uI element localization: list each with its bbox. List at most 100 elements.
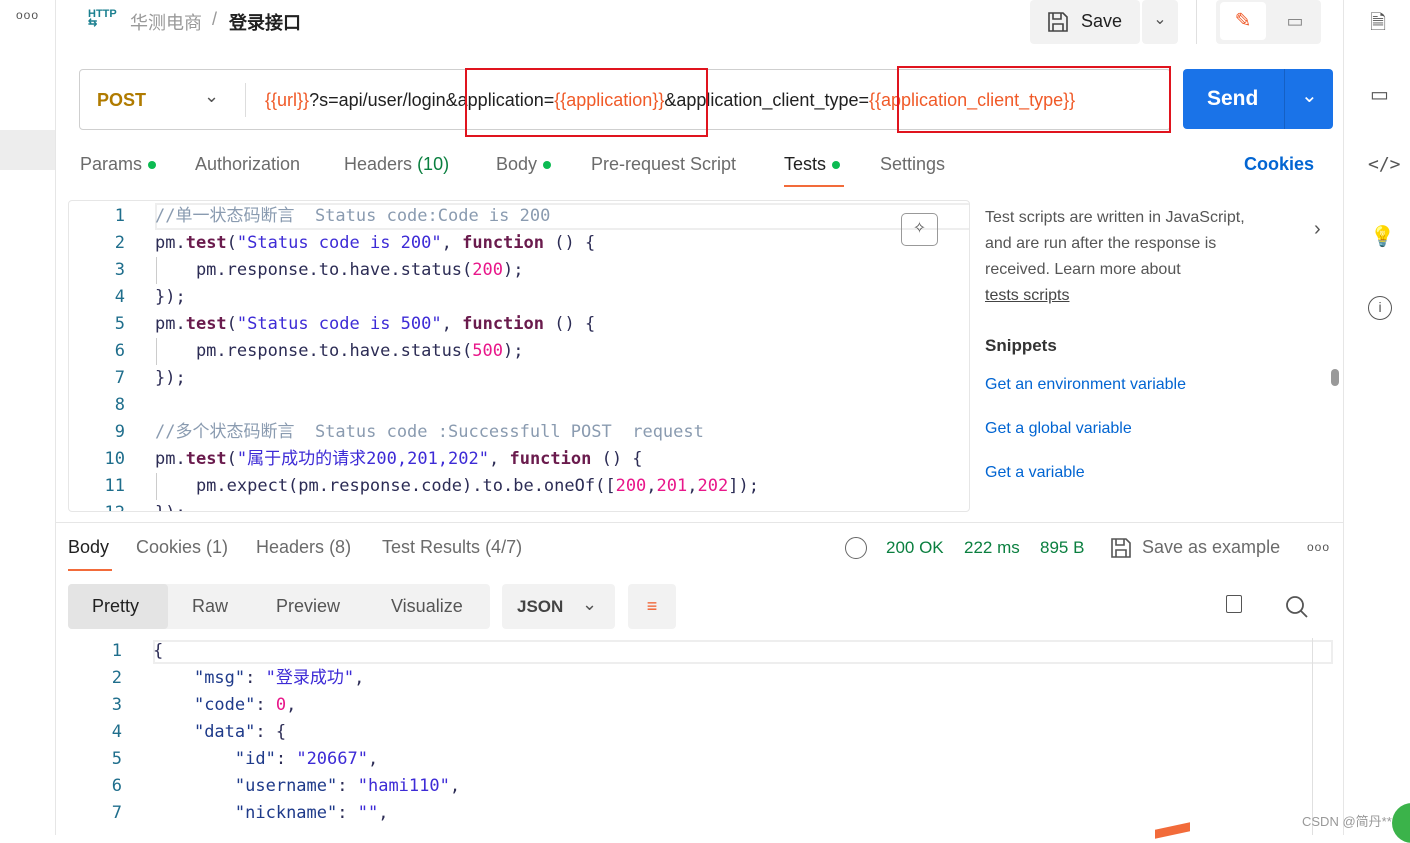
more-icon[interactable]: ooo — [16, 8, 39, 22]
tab-settings[interactable]: Settings — [880, 154, 945, 175]
scrollbar[interactable] — [1331, 369, 1339, 386]
code-token-plain: , — [441, 314, 463, 334]
status-dot — [543, 161, 552, 170]
code-token-plain: : { — [255, 722, 287, 742]
code-token-kw: function — [462, 233, 544, 253]
code-line: pm.test("Status code is 200", function (… — [155, 230, 595, 257]
chevron-down-icon[interactable]: ⌄ — [204, 86, 219, 107]
code-token-key: "data" — [193, 722, 256, 742]
code-token-plain: () { — [544, 314, 596, 334]
format-label: JSON — [517, 597, 564, 616]
info-icon[interactable]: i — [1368, 296, 1392, 320]
sidebar-selected-item[interactable] — [0, 130, 55, 170]
copy-icon[interactable] — [1226, 595, 1242, 613]
code-line: "username": "hami110", — [153, 773, 460, 800]
edit-icon[interactable]: ✎ — [1220, 2, 1266, 40]
watermark: CSDN @简丹** — [1302, 814, 1392, 829]
view-pretty[interactable]: Pretty — [92, 596, 139, 617]
send-button[interactable]: Send ⌄ — [1183, 69, 1333, 129]
tab-count: (8) — [329, 537, 352, 557]
line-number: 4 — [114, 287, 125, 307]
code-token-plain: , — [367, 749, 379, 769]
view-raw[interactable]: Raw — [192, 596, 228, 617]
left-sidebar: ooo — [0, 0, 56, 835]
format-select[interactable]: JSON ⌄ — [502, 584, 615, 629]
send-label: Send — [1207, 87, 1259, 110]
code-token-comment: //多个状态码断言 Status code :Successfull POST … — [155, 422, 704, 442]
view-preview[interactable]: Preview — [276, 596, 340, 617]
code-token-plain: ( — [226, 314, 237, 334]
save-as-example-button[interactable]: Save as example — [1142, 537, 1280, 558]
send-dropdown-icon[interactable]: ⌄ — [1301, 83, 1318, 108]
save-button[interactable]: Save — [1030, 0, 1140, 44]
method-select[interactable]: POST — [97, 90, 146, 111]
code-token-num: 200 — [615, 476, 647, 496]
tab-label: Tests — [784, 154, 827, 174]
code-token-plain: , — [449, 776, 461, 796]
page-title[interactable]: 登录接口 — [229, 9, 301, 35]
code-token-key: "username" — [234, 776, 338, 796]
tab-authorization[interactable]: Authorization — [195, 154, 300, 175]
tests-scripts-link[interactable]: tests scripts — [985, 287, 1069, 305]
save-label: Save — [1081, 11, 1123, 31]
comment-icon[interactable]: ▭ — [1274, 2, 1316, 40]
tab-label: Headers — [344, 154, 413, 174]
code-token-plain: }); — [155, 368, 186, 388]
response-body-editor[interactable]: 1 {2 "msg": "登录成功", 3 "code": 0, 4 "data": … — [60, 638, 1335, 835]
status-dot — [832, 161, 841, 170]
line-number: 1 — [111, 641, 122, 661]
code-token-method: test — [185, 233, 227, 253]
code-token-plain: pm.response.to.have.status( — [155, 260, 473, 280]
mode-toggle: ✎ ▭ — [1216, 0, 1321, 44]
divider — [1312, 638, 1313, 835]
view-visualize[interactable]: Visualize — [391, 596, 463, 617]
breadcrumb-parent[interactable]: 华测电商 — [130, 9, 202, 35]
documentation-icon[interactable]: 🗎 — [1370, 8, 1386, 42]
globe-icon[interactable] — [845, 537, 867, 559]
comments-icon[interactable]: ▭ — [1370, 82, 1389, 107]
save-dropdown-button[interactable]: ⌄ — [1142, 0, 1178, 44]
code-token-num: 500 — [472, 341, 503, 361]
lightbulb-icon[interactable]: 💡 — [1370, 224, 1395, 249]
code-token-key: "msg" — [193, 668, 246, 688]
snippet-link[interactable]: Get a variable — [985, 464, 1085, 482]
response-tab-test-results[interactable]: Test Results (4/7) — [382, 537, 522, 558]
response-tab-headers[interactable]: Headers (8) — [256, 537, 351, 558]
tab-headers[interactable]: Headers (10) — [344, 154, 449, 175]
snippet-link[interactable]: Get an environment variable — [985, 376, 1186, 394]
snippet-link[interactable]: Get a global variable — [985, 420, 1132, 438]
code-token-plain: () { — [591, 449, 643, 469]
indent-guide — [156, 257, 157, 284]
wrap-lines-icon[interactable]: ≡ — [628, 584, 676, 629]
search-icon[interactable] — [1285, 595, 1309, 619]
line-number: 9 — [114, 422, 125, 442]
code-token-str: "Status code is 500" — [236, 314, 442, 334]
more-icon[interactable]: ooo — [1307, 540, 1330, 554]
response-tab-cookies[interactable]: Cookies (1) — [136, 537, 228, 558]
cookies-link[interactable]: Cookies — [1244, 154, 1314, 175]
tab-pre-request-script[interactable]: Pre-request Script — [591, 154, 736, 175]
code-token-plain: pm.expect(pm.response.code).to.be.oneOf(… — [155, 476, 616, 496]
active-tab-underline — [784, 185, 844, 187]
code-token-plain: pm. — [155, 449, 186, 469]
beautify-icon[interactable]: ✧ — [901, 213, 938, 246]
code-token-method: test — [185, 314, 227, 334]
line-number: 6 — [111, 776, 122, 796]
tab-params[interactable]: Params — [80, 154, 157, 175]
chevron-right-icon[interactable]: › — [1314, 218, 1321, 241]
response-tab-body[interactable]: Body — [68, 537, 109, 558]
help-text: Test scripts are written in JavaScript, — [985, 209, 1245, 226]
tab-tests[interactable]: Tests — [784, 154, 841, 175]
tab-body[interactable]: Body — [496, 154, 552, 175]
save-icon — [1048, 12, 1068, 32]
floating-badge[interactable] — [1392, 803, 1410, 843]
code-token-plain: : — [245, 668, 266, 688]
code-line: }); — [155, 284, 186, 311]
code-token-plain: ); — [503, 341, 524, 361]
code-icon[interactable]: </> — [1368, 154, 1401, 175]
code-token-plain: ( — [226, 233, 237, 253]
code-line: "msg": "登录成功", — [153, 665, 364, 692]
code-token-num: 200 — [472, 260, 503, 280]
tests-editor[interactable]: 1//单一状态码断言 Status code:Code is 200 2 pm.te… — [68, 200, 970, 512]
